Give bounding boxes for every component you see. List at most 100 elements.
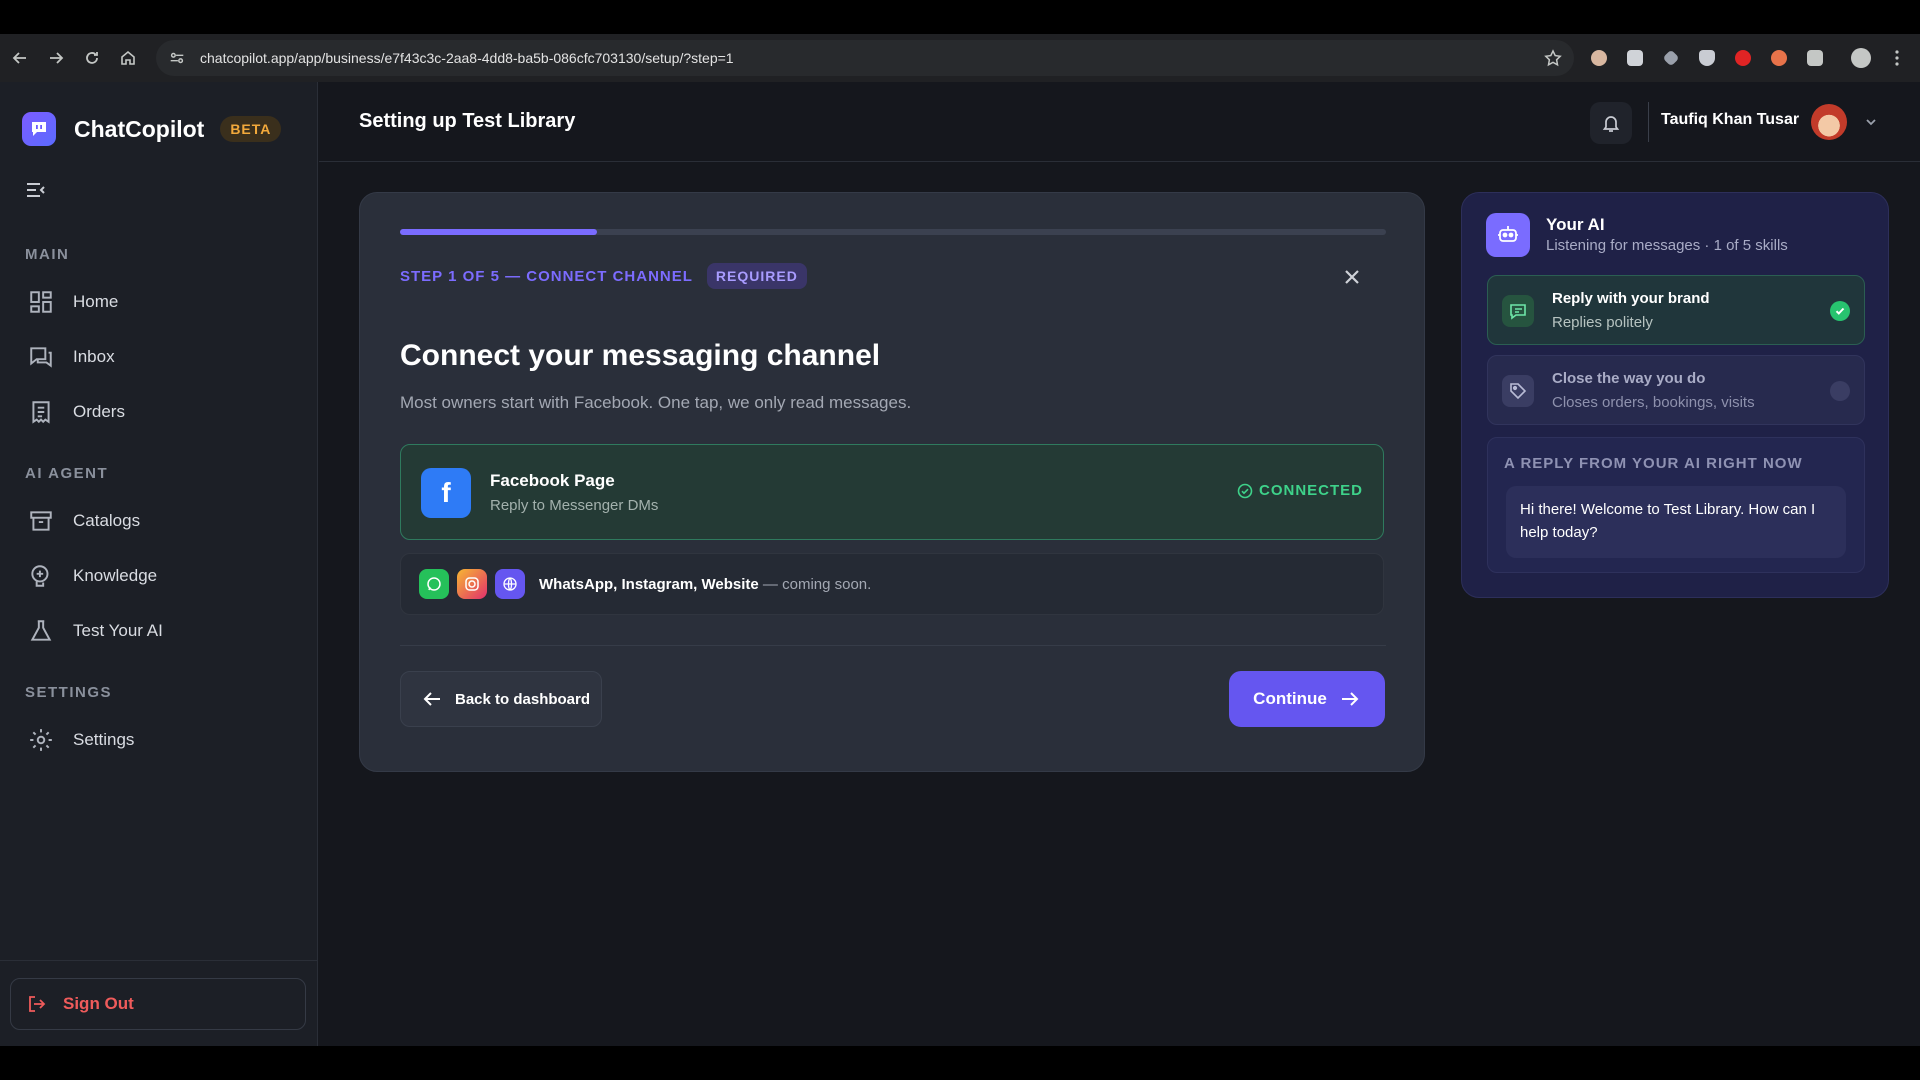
coming-soon-suffix: — coming soon.	[758, 575, 872, 593]
skill-item[interactable]: Close the way you do Closes orders, book…	[1487, 355, 1865, 425]
ai-panel-title: Your AI	[1546, 215, 1605, 234]
progress-fill	[400, 229, 598, 235]
sidebar-item-home[interactable]: Home	[28, 286, 118, 318]
extension-icon[interactable]	[1728, 43, 1758, 73]
extension-icon[interactable]	[1764, 43, 1794, 73]
coming-soon-channels: WhatsApp, Instagram, Website	[539, 575, 759, 593]
wizard-subtext: Most owners start with Facebook. One tap…	[400, 393, 912, 412]
extension-icon[interactable]	[1584, 43, 1614, 73]
robot-icon	[1486, 213, 1530, 257]
sidebar-item-settings[interactable]: Settings	[28, 724, 134, 756]
ai-panel-subtitle: Listening for messages · 1 of 5 skills	[1546, 237, 1788, 254]
back-arrow-icon[interactable]	[2, 40, 38, 76]
gear-icon	[30, 729, 52, 751]
notifications-button[interactable]	[1590, 102, 1632, 144]
sidebar-item-label: Test Your AI	[73, 621, 163, 640]
reload-icon[interactable]	[74, 40, 110, 76]
bookmark-star-icon[interactable]	[1544, 49, 1562, 67]
brand-name: ChatCopilot	[74, 115, 205, 142]
your-ai-panel: Your AI Listening for messages · 1 of 5 …	[1461, 192, 1889, 598]
continue-button[interactable]: Continue	[1229, 671, 1385, 727]
sidebar-item-inbox[interactable]: Inbox	[28, 341, 115, 373]
required-badge: REQUIRED	[706, 263, 807, 289]
extension-icon[interactable]	[1656, 43, 1686, 73]
connected-status: CONNECTED	[1237, 482, 1363, 499]
sidebar-item-label: Settings	[73, 730, 135, 749]
back-label: Back to dashboard	[455, 690, 591, 708]
facebook-subtitle: Reply to Messenger DMs	[490, 497, 659, 514]
avatar[interactable]	[1811, 104, 1847, 140]
pending-dot-icon	[1830, 381, 1850, 401]
brain-icon	[31, 565, 49, 587]
progress-bar	[400, 229, 1386, 235]
top-header: Setting up Test Library Taufiq Khan Tusa…	[319, 82, 1920, 162]
site-settings-icon[interactable]	[168, 48, 188, 68]
beta-badge: BETA	[220, 116, 282, 142]
step-indicator: STEP 1 OF 5 — CONNECT CHANNEL REQUIRED	[400, 263, 807, 289]
close-icon[interactable]	[1342, 267, 1362, 287]
ai-reply-preview: A REPLY FROM YOUR AI RIGHT NOW Hi there!…	[1487, 437, 1865, 573]
home-icon[interactable]	[110, 40, 146, 76]
instagram-icon	[457, 569, 487, 599]
sidebar-item-label: Home	[73, 292, 119, 311]
coming-soon-card: WhatsApp, Instagram, Website — coming so…	[400, 553, 1384, 615]
check-circle-icon	[1237, 483, 1253, 498]
sign-out-button[interactable]: Sign Out	[10, 978, 306, 1030]
collapse-sidebar-icon[interactable]	[24, 178, 48, 202]
step-label: STEP 1 OF 5 — CONNECT CHANNEL	[400, 267, 693, 285]
sidebar-item-orders[interactable]: Orders	[28, 396, 125, 428]
reply-label: A REPLY FROM YOUR AI RIGHT NOW	[1504, 455, 1803, 472]
section-label-settings: SETTINGS	[25, 684, 113, 701]
extension-icon[interactable]	[1692, 43, 1722, 73]
skill-subtitle: Closes orders, bookings, visits	[1552, 394, 1755, 411]
puzzle-icon[interactable]	[1800, 43, 1830, 73]
browser-menu-icon[interactable]	[1882, 43, 1912, 73]
sidebar-item-knowledge[interactable]: Knowledge	[28, 560, 157, 592]
globe-icon	[495, 569, 525, 599]
section-label-main: MAIN	[25, 246, 70, 263]
setup-wizard-card: STEP 1 OF 5 — CONNECT CHANNEL REQUIRED C…	[359, 192, 1425, 772]
sidebar: ChatCopilot BETA MAIN Home Inbox Orders …	[0, 82, 318, 1046]
skill-title: Close the way you do	[1552, 370, 1706, 387]
coming-soon-text: WhatsApp, Instagram, Website — coming so…	[539, 576, 871, 593]
arrow-right-icon	[1341, 692, 1359, 706]
bell-icon	[1602, 116, 1620, 132]
facebook-icon: f	[421, 468, 471, 518]
sidebar-item-label: Catalogs	[73, 511, 141, 530]
check-icon	[1830, 301, 1850, 321]
wizard-heading: Connect your messaging channel	[400, 339, 881, 372]
extension-icon[interactable]	[1620, 43, 1650, 73]
back-to-dashboard-button[interactable]: Back to dashboard	[400, 671, 602, 727]
chat-logo-icon	[22, 112, 56, 146]
connected-label: CONNECTED	[1258, 482, 1363, 499]
whatsapp-icon	[419, 569, 449, 599]
brand[interactable]: ChatCopilot BETA	[22, 112, 282, 146]
sidebar-item-label: Knowledge	[73, 566, 158, 585]
reply-bubble: Hi there! Welcome to Test Library. How c…	[1506, 486, 1846, 558]
skill-item[interactable]: Reply with your brand Replies politely	[1487, 275, 1865, 345]
address-bar[interactable]: chatcopilot.app/app/business/e7f43c3c-2a…	[156, 40, 1574, 76]
chevron-down-icon[interactable]	[1864, 115, 1878, 129]
receipt-icon	[32, 401, 50, 424]
user-name[interactable]: Taufiq Khan Tusar	[1661, 111, 1799, 129]
sidebar-item-label: Orders	[73, 402, 125, 421]
sidebar-divider	[0, 960, 318, 961]
facebook-channel-card[interactable]: f Facebook Page Reply to Messenger DMs C…	[400, 444, 1384, 540]
tag-icon	[1502, 375, 1534, 407]
page-title: Setting up Test Library	[359, 110, 576, 132]
facebook-title: Facebook Page	[490, 471, 615, 490]
section-label-ai-agent: AI AGENT	[25, 465, 109, 482]
sidebar-item-test-your-ai[interactable]: Test Your AI	[28, 615, 163, 647]
profile-icon[interactable]	[1846, 43, 1876, 73]
arrow-left-icon	[423, 692, 440, 706]
footer-divider	[400, 645, 1386, 646]
skill-title: Reply with your brand	[1552, 290, 1710, 307]
chat-icon	[30, 347, 52, 368]
browser-toolbar: chatcopilot.app/app/business/e7f43c3c-2a…	[0, 34, 1920, 82]
sidebar-item-catalogs[interactable]: Catalogs	[28, 505, 140, 537]
continue-label: Continue	[1253, 689, 1327, 708]
url-text[interactable]: chatcopilot.app/app/business/e7f43c3c-2a…	[200, 50, 734, 66]
skill-subtitle: Replies politely	[1552, 314, 1653, 331]
forward-arrow-icon[interactable]	[38, 40, 74, 76]
header-divider	[1648, 102, 1649, 142]
